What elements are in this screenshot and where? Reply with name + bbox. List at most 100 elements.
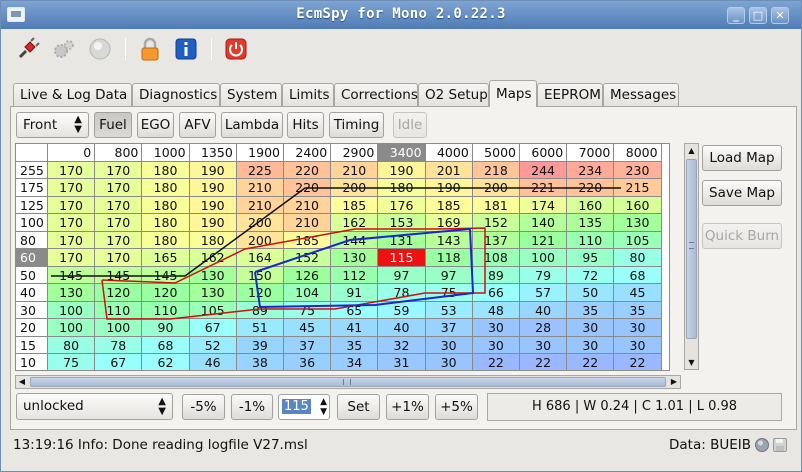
plus-1-percent-button[interactable]: +1% — [386, 394, 429, 420]
map-cell[interactable]: 110 — [95, 301, 143, 319]
map-cell[interactable]: 80 — [48, 336, 96, 354]
map-cell[interactable]: 41 — [331, 319, 379, 337]
map-cell[interactable]: 221 — [520, 179, 568, 197]
map-cell[interactable]: 118 — [425, 249, 473, 267]
vertical-scroll-thumb[interactable] — [686, 159, 697, 339]
map-cell[interactable]: 50 — [567, 284, 615, 302]
map-cell[interactable]: 52 — [189, 336, 237, 354]
map-cell[interactable]: 30 — [567, 336, 615, 354]
map-cell[interactable]: 170 — [95, 249, 143, 267]
tab-diagnostics[interactable]: Diagnostics — [132, 83, 220, 107]
map-cell[interactable]: 210 — [284, 214, 332, 232]
column-header[interactable]: 2400 — [284, 144, 332, 162]
minus-1-percent-button[interactable]: -1% — [231, 394, 273, 420]
row-header[interactable]: 40 — [16, 284, 48, 302]
map-cell[interactable]: 28 — [520, 319, 568, 337]
hits-map-button[interactable]: Hits — [287, 112, 324, 138]
map-cell[interactable]: 40 — [520, 301, 568, 319]
save-map-button[interactable]: Save Map — [702, 180, 782, 206]
map-cell[interactable]: 51 — [236, 319, 284, 337]
row-header[interactable]: 15 — [16, 336, 48, 354]
map-cell[interactable]: 170 — [95, 214, 143, 232]
map-cell[interactable]: 126 — [284, 266, 332, 284]
map-cell[interactable]: 91 — [331, 284, 379, 302]
map-cell[interactable]: 38 — [236, 354, 284, 370]
column-header[interactable]: 5000 — [472, 144, 520, 162]
map-cell[interactable]: 95 — [567, 249, 615, 267]
minimize-button[interactable]: _ — [727, 7, 745, 24]
map-cell[interactable]: 130 — [48, 284, 96, 302]
lock-button[interactable] — [135, 34, 165, 64]
map-cell[interactable]: 121 — [520, 231, 568, 249]
tab-limits[interactable]: Limits — [282, 83, 334, 107]
map-cell[interactable]: 36 — [284, 354, 332, 370]
row-header[interactable]: 50 — [16, 266, 48, 284]
column-header[interactable]: 4000 — [425, 144, 473, 162]
map-cell[interactable]: 34 — [331, 354, 379, 370]
map-cell[interactable]: 35 — [567, 301, 615, 319]
map-cell[interactable]: 105 — [189, 301, 237, 319]
column-header[interactable]: 8000 — [614, 144, 662, 162]
map-cell[interactable]: 190 — [189, 161, 237, 179]
map-cell[interactable]: 40 — [378, 319, 426, 337]
column-header[interactable]: 7000 — [567, 144, 615, 162]
map-cell[interactable]: 30 — [425, 354, 473, 370]
map-cell[interactable]: 89 — [236, 301, 284, 319]
column-header[interactable]: 6000 — [520, 144, 568, 162]
map-cell[interactable]: 90 — [142, 319, 190, 337]
map-cell[interactable]: 97 — [378, 266, 426, 284]
map-cell[interactable]: 53 — [425, 301, 473, 319]
map-cell[interactable]: 30 — [425, 336, 473, 354]
map-cell[interactable]: 68 — [142, 336, 190, 354]
map-cell[interactable]: 225 — [236, 161, 284, 179]
map-cell[interactable]: 190 — [378, 161, 426, 179]
row-header[interactable]: 60 — [16, 249, 48, 267]
scroll-right-arrow-icon[interactable]: ▶ — [668, 376, 680, 388]
map-cell[interactable]: 185 — [425, 196, 473, 214]
map-cell[interactable]: 200 — [236, 231, 284, 249]
map-cell[interactable]: 75 — [284, 301, 332, 319]
map-cell[interactable]: 78 — [95, 336, 143, 354]
map-cell[interactable]: 220 — [284, 161, 332, 179]
map-cell[interactable]: 130 — [331, 249, 379, 267]
map-cell[interactable]: 89 — [472, 266, 520, 284]
map-cell[interactable]: 170 — [48, 249, 96, 267]
map-cell[interactable]: 200 — [331, 179, 379, 197]
map-cell[interactable]: 210 — [331, 161, 379, 179]
map-cell[interactable]: 57 — [520, 284, 568, 302]
map-cell[interactable]: 72 — [567, 266, 615, 284]
horizontal-scrollbar[interactable]: ◀ ▶ — [15, 375, 681, 389]
ego-map-button[interactable]: EGO — [137, 112, 174, 138]
row-header[interactable]: 10 — [16, 354, 48, 370]
map-cell[interactable]: 170 — [48, 179, 96, 197]
map-cell[interactable]: 135 — [567, 214, 615, 232]
connect-plug-button[interactable] — [13, 34, 43, 64]
minus-5-percent-button[interactable]: -5% — [182, 394, 225, 420]
close-window-button[interactable]: ✕ — [771, 7, 789, 24]
map-cell[interactable]: 215 — [614, 179, 662, 197]
map-cell[interactable]: 31 — [378, 354, 426, 370]
map-cell[interactable]: 170 — [48, 214, 96, 232]
map-cell[interactable]: 190 — [425, 179, 473, 197]
scroll-left-arrow-icon[interactable]: ◀ — [16, 376, 28, 388]
tab-corrections[interactable]: Corrections — [334, 83, 418, 107]
map-cell[interactable]: 22 — [472, 354, 520, 370]
map-cell[interactable]: 145 — [95, 266, 143, 284]
map-cell[interactable]: 180 — [189, 231, 237, 249]
column-header[interactable]: 3400 — [378, 144, 426, 162]
map-cell[interactable]: 220 — [567, 179, 615, 197]
map-cell[interactable]: 150 — [236, 266, 284, 284]
row-header[interactable]: 125 — [16, 196, 48, 214]
map-cell[interactable]: 180 — [142, 214, 190, 232]
map-cell[interactable]: 181 — [472, 196, 520, 214]
map-cell[interactable]: 67 — [189, 319, 237, 337]
map-cell[interactable]: 170 — [95, 161, 143, 179]
spin-arrows-icon[interactable]: ▲ ▼ — [320, 397, 327, 417]
map-cell[interactable]: 169 — [425, 214, 473, 232]
map-cell[interactable]: 180 — [142, 196, 190, 214]
map-cell[interactable]: 62 — [142, 354, 190, 370]
map-cell[interactable]: 160 — [567, 196, 615, 214]
map-cell[interactable]: 65 — [331, 301, 379, 319]
map-cell[interactable]: 144 — [331, 231, 379, 249]
map-cell[interactable]: 170 — [95, 196, 143, 214]
